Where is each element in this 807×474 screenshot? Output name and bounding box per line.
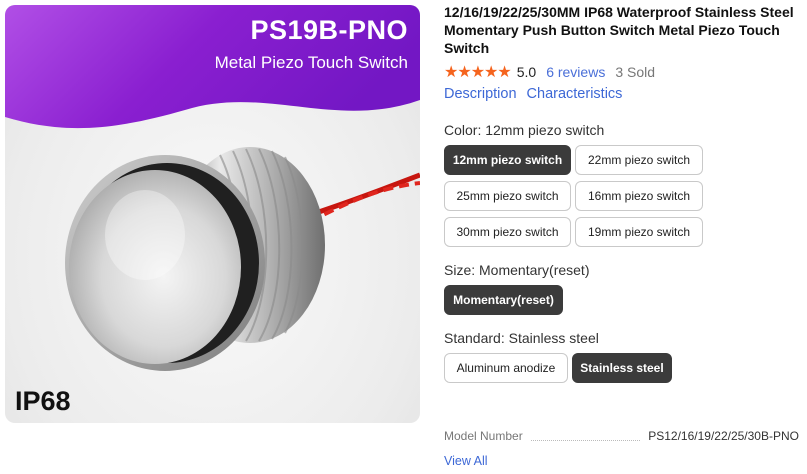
option-30mm-piezo-switch[interactable]: 30mm piezo switch bbox=[444, 217, 571, 247]
rating-row: ★★★★★ 5.0 6 reviews 3 Sold bbox=[444, 62, 655, 82]
info-tabs: Description Characteristics bbox=[444, 86, 622, 102]
reviews-link[interactable]: 6 reviews bbox=[546, 64, 605, 80]
star-rating-icon: ★★★★★ bbox=[444, 64, 512, 81]
size-label: Size: Momentary(reset) bbox=[444, 262, 590, 278]
tab-description[interactable]: Description bbox=[444, 86, 517, 102]
spec-row-model-number: Model Number PS12/16/19/22/25/30B-PNO bbox=[444, 429, 799, 443]
standard-label: Standard: Stainless steel bbox=[444, 330, 599, 346]
view-all-link[interactable]: View All bbox=[444, 454, 488, 468]
option-momentary-reset[interactable]: Momentary(reset) bbox=[444, 285, 563, 315]
rating-score: 5.0 bbox=[516, 64, 537, 80]
banner-subtitle: Metal Piezo Touch Switch bbox=[214, 53, 408, 72]
option-25mm-piezo-switch[interactable]: 25mm piezo switch bbox=[444, 181, 571, 211]
option-16mm-piezo-switch[interactable]: 16mm piezo switch bbox=[575, 181, 703, 211]
spec-key: Model Number bbox=[444, 429, 523, 443]
product-image[interactable]: PS19B-PNO Metal Piezo Touch Switch IP68 bbox=[5, 5, 420, 423]
option-12mm-piezo-switch[interactable]: 12mm piezo switch bbox=[444, 145, 571, 175]
ip-rating-badge: IP68 bbox=[15, 386, 71, 416]
banner-title: PS19B-PNO bbox=[250, 15, 408, 45]
spec-leader-dots bbox=[530, 432, 641, 441]
sold-count: 3 Sold bbox=[615, 64, 656, 80]
option-22mm-piezo-switch[interactable]: 22mm piezo switch bbox=[575, 145, 703, 175]
option-aluminum-anodize[interactable]: Aluminum anodize bbox=[444, 353, 568, 383]
color-label: Color: 12mm piezo switch bbox=[444, 122, 605, 138]
spec-value: PS12/16/19/22/25/30B-PNO bbox=[648, 429, 799, 443]
image-banner: PS19B-PNO Metal Piezo Touch Switch bbox=[5, 5, 420, 145]
product-title: 12/16/19/22/25/30MM IP68 Waterproof Stai… bbox=[444, 4, 794, 56]
option-stainless-steel[interactable]: Stainless steel bbox=[572, 353, 672, 383]
tab-characteristics[interactable]: Characteristics bbox=[527, 86, 623, 102]
option-19mm-piezo-switch[interactable]: 19mm piezo switch bbox=[575, 217, 703, 247]
